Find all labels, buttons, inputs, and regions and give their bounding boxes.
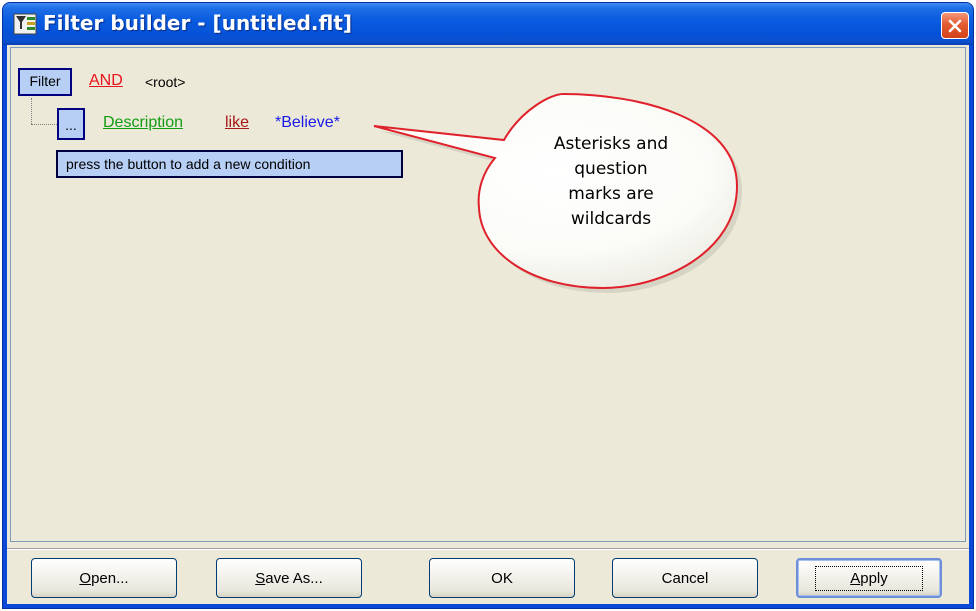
window-title: Filter builder - [untitled.flt] bbox=[43, 11, 353, 35]
condition-menu-button[interactable]: ... bbox=[57, 108, 85, 140]
apply-mnemonic: A bbox=[850, 569, 861, 587]
condition-operator-link[interactable]: like bbox=[225, 114, 249, 132]
apply-focus-rect: Apply bbox=[815, 565, 923, 591]
ok-label: OK bbox=[491, 569, 513, 587]
root-label: <root> bbox=[145, 74, 186, 90]
apply-label: pply bbox=[860, 569, 888, 587]
open-mnemonic: O bbox=[79, 569, 92, 587]
condition-value[interactable]: *Believe* bbox=[275, 114, 340, 132]
callout-text: Asterisks and question marks are wildcar… bbox=[508, 132, 714, 232]
filter-app-icon bbox=[13, 13, 37, 35]
apply-button[interactable]: Apply bbox=[796, 558, 942, 598]
save-as-label: ave As... bbox=[265, 569, 323, 587]
cancel-label: Cancel bbox=[661, 569, 709, 587]
callout-line: Asterisks and bbox=[553, 134, 669, 154]
condition-field-link[interactable]: Description bbox=[103, 114, 183, 132]
open-label: pen... bbox=[91, 569, 129, 587]
open-button[interactable]: Open... bbox=[31, 558, 177, 598]
title-bar[interactable]: Filter builder - [untitled.flt] bbox=[3, 3, 973, 45]
close-icon bbox=[948, 19, 962, 32]
root-operator-link[interactable]: AND bbox=[89, 72, 123, 90]
tree-connector-horizontal bbox=[31, 124, 57, 125]
save-as-mnemonic: S bbox=[255, 569, 266, 587]
callout-line: question bbox=[574, 159, 648, 179]
dialog-client-area: Filter AND <root> ... Description like *… bbox=[7, 45, 969, 604]
callout-line: marks are bbox=[568, 184, 654, 204]
tree-connector-vertical bbox=[31, 98, 32, 124]
callout-line: wildcards bbox=[570, 209, 652, 229]
filter-builder-window: Filter builder - [untitled.flt] Filter A… bbox=[2, 2, 974, 609]
filter-tree-panel: Filter AND <root> ... Description like *… bbox=[10, 47, 966, 542]
cancel-button[interactable]: Cancel bbox=[612, 558, 758, 598]
add-condition-hint[interactable]: press the button to add a new condition bbox=[56, 150, 403, 178]
filter-root-button[interactable]: Filter bbox=[18, 68, 72, 96]
save-as-button[interactable]: Save As... bbox=[216, 558, 362, 598]
ok-button[interactable]: OK bbox=[429, 558, 575, 598]
footer-divider bbox=[7, 548, 969, 550]
close-button[interactable] bbox=[941, 12, 969, 39]
